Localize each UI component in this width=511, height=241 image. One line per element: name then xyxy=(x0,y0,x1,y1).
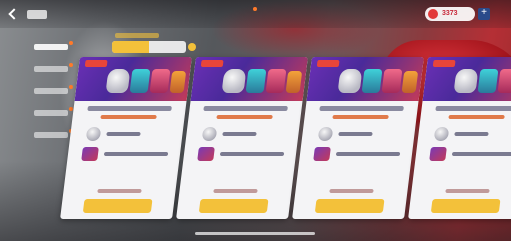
prize-box-icon xyxy=(361,69,383,93)
reward-box-icon xyxy=(197,147,215,161)
card-subtitle xyxy=(448,115,505,119)
card-banner xyxy=(306,57,424,101)
card-badge xyxy=(200,60,224,67)
reward-text xyxy=(106,132,141,136)
prize-box-icon xyxy=(245,69,267,93)
card-title xyxy=(435,106,511,111)
card-badge xyxy=(432,60,456,67)
card-footer xyxy=(213,189,258,193)
reward-box-icon xyxy=(429,147,447,161)
prize-egg-icon xyxy=(453,69,479,93)
card-footer xyxy=(329,189,374,193)
prize-box-icon xyxy=(285,71,303,93)
reward-egg-icon xyxy=(433,127,450,141)
prize-box-icon xyxy=(401,71,419,93)
filter-option-selected[interactable] xyxy=(112,41,149,53)
currency-amount: 3373 xyxy=(442,10,458,17)
add-currency-button[interactable] xyxy=(478,7,490,20)
card-footer xyxy=(445,189,490,193)
claim-button[interactable] xyxy=(82,199,153,213)
card-title xyxy=(87,106,172,111)
card-badge xyxy=(84,60,108,67)
rewards-panel xyxy=(60,32,511,222)
reward-card[interactable] xyxy=(408,57,511,219)
prize-box-icon xyxy=(477,69,499,93)
card-title xyxy=(319,106,404,111)
info-icon[interactable] xyxy=(188,43,196,51)
tab-1[interactable] xyxy=(95,6,127,22)
back-arrow-icon[interactable] xyxy=(7,8,19,20)
prize-box-icon xyxy=(169,71,187,93)
prize-egg-icon xyxy=(337,69,363,93)
reward-egg-icon xyxy=(201,127,218,141)
reward-text xyxy=(222,132,257,136)
tab-2[interactable] xyxy=(157,6,189,22)
currency-pill: 3373 xyxy=(425,7,475,21)
card-subtitle xyxy=(100,115,157,119)
reward-text xyxy=(219,152,285,156)
card-banner xyxy=(422,57,511,101)
reward-box-icon xyxy=(313,147,331,161)
filter-option[interactable] xyxy=(149,41,186,53)
tab-5[interactable] xyxy=(350,6,382,22)
reward-egg-icon xyxy=(317,127,334,141)
notification-dot xyxy=(253,7,257,11)
prize-box-icon xyxy=(381,69,403,93)
coin-icon xyxy=(428,9,438,19)
card-banner xyxy=(74,57,192,101)
card-banner xyxy=(190,57,308,101)
card-subtitle xyxy=(216,115,273,119)
prize-box-icon xyxy=(129,69,151,93)
prize-box-icon xyxy=(149,69,171,93)
prize-egg-icon xyxy=(221,69,247,93)
reward-text xyxy=(338,132,373,136)
prize-box-icon xyxy=(265,69,287,93)
card-badge xyxy=(316,60,340,67)
reward-card[interactable] xyxy=(292,57,424,219)
reward-card[interactable] xyxy=(176,57,308,219)
filter-caption xyxy=(115,33,159,38)
card-footer xyxy=(97,189,142,193)
reward-text xyxy=(103,152,169,156)
top-bar: 3373 xyxy=(0,0,511,28)
reward-text xyxy=(335,152,401,156)
page-title xyxy=(27,10,47,19)
claim-button[interactable] xyxy=(314,199,385,213)
reward-card[interactable] xyxy=(60,57,192,219)
tab-bar xyxy=(95,6,395,22)
reward-text xyxy=(454,132,489,136)
reward-box-icon xyxy=(81,147,99,161)
card-title xyxy=(203,106,288,111)
card-subtitle xyxy=(332,115,389,119)
claim-button[interactable] xyxy=(430,199,501,213)
prize-box-icon xyxy=(497,69,511,93)
reward-text xyxy=(451,152,511,156)
claim-button[interactable] xyxy=(198,199,269,213)
tab-4[interactable] xyxy=(283,6,315,22)
home-indicator xyxy=(195,232,315,235)
prize-egg-icon xyxy=(105,69,131,93)
filter-toggle xyxy=(112,41,186,53)
tab-3[interactable] xyxy=(225,6,257,22)
reward-egg-icon xyxy=(85,127,102,141)
